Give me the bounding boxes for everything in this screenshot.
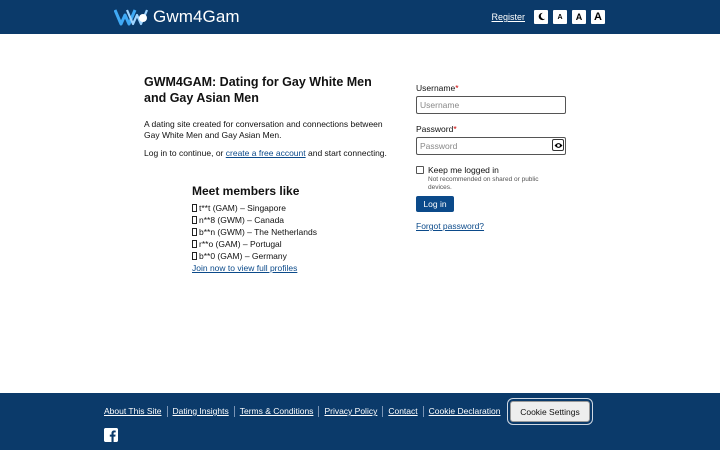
password-label-text: Password bbox=[416, 124, 454, 134]
required-mark: * bbox=[453, 124, 457, 134]
members-section: Meet members like t**t (GAM) – Singapore… bbox=[192, 184, 392, 274]
member-item: b**0 (GAM) – Germany bbox=[192, 250, 392, 262]
join-link[interactable]: Join now to view full profiles bbox=[192, 262, 392, 274]
password-field-wrap: Password bbox=[416, 137, 566, 155]
show-password-button[interactable] bbox=[552, 139, 564, 151]
password-placeholder: Password bbox=[420, 141, 458, 151]
cookie-settings-button[interactable]: Cookie Settings bbox=[510, 401, 590, 422]
username-label: Username* bbox=[416, 83, 566, 93]
intro-section: GWM4GAM: Dating for Gay White Men and Ga… bbox=[144, 74, 394, 158]
footer-link-contact[interactable]: Contact bbox=[382, 406, 422, 417]
logo[interactable]: Gwm4Gam bbox=[113, 7, 240, 27]
keep-logged-in-hint: Not recommended on shared or public devi… bbox=[428, 176, 539, 191]
create-account-link[interactable]: create a free account bbox=[226, 148, 306, 158]
member-item: t**t (GAM) – Singapore bbox=[192, 202, 392, 214]
footer-link-terms[interactable]: Terms & Conditions bbox=[233, 406, 319, 417]
dark-mode-button[interactable] bbox=[533, 9, 549, 25]
font-size-large-button[interactable]: A bbox=[590, 9, 606, 25]
eye-icon bbox=[554, 136, 563, 154]
footer-link-privacy[interactable]: Privacy Policy bbox=[318, 406, 382, 417]
username-placeholder: Username bbox=[420, 100, 460, 110]
keep-logged-in-checkbox[interactable] bbox=[416, 166, 424, 174]
member-icon bbox=[192, 240, 197, 248]
page-title: GWM4GAM: Dating for Gay White Men and Ga… bbox=[144, 75, 372, 105]
member-text: b**0 (GAM) – Germany bbox=[199, 251, 287, 261]
logo-icon bbox=[113, 7, 149, 27]
member-text: t**t (GAM) – Singapore bbox=[199, 203, 286, 213]
footer-link-insights[interactable]: Dating Insights bbox=[166, 406, 234, 417]
required-mark: * bbox=[455, 83, 459, 93]
login-button[interactable]: Log in bbox=[416, 196, 454, 212]
register-link[interactable]: Register bbox=[491, 12, 525, 22]
password-input[interactable]: Password bbox=[416, 137, 566, 155]
keep-logged-in-row: Keep me logged in bbox=[416, 165, 566, 175]
member-icon bbox=[192, 204, 197, 212]
login-prompt: Log in to continue, or create a free acc… bbox=[144, 148, 394, 158]
site-description: A dating site created for conversation a… bbox=[144, 119, 383, 140]
member-item: b**n (GWM) – The Netherlands bbox=[192, 226, 392, 238]
keep-logged-in-label[interactable]: Keep me logged in bbox=[428, 165, 499, 175]
facebook-icon[interactable] bbox=[104, 428, 118, 442]
member-text: r**o (GAM) – Portugal bbox=[199, 239, 282, 249]
member-icon bbox=[192, 252, 197, 260]
password-label: Password* bbox=[416, 124, 566, 134]
username-label-text: Username bbox=[416, 83, 456, 93]
site-footer: About This Site Dating Insights Terms & … bbox=[0, 393, 720, 450]
font-size-medium-button[interactable]: A bbox=[571, 9, 587, 25]
member-text: n**8 (GWM) – Canada bbox=[199, 215, 285, 225]
member-text: b**n (GWM) – The Netherlands bbox=[199, 227, 317, 237]
font-size-small-button[interactable]: A bbox=[552, 9, 568, 25]
login-prompt-suffix: and start connecting. bbox=[305, 148, 387, 158]
member-item: n**8 (GWM) – Canada bbox=[192, 214, 392, 226]
member-icon bbox=[192, 228, 197, 236]
footer-links: About This Site Dating Insights Terms & … bbox=[104, 406, 505, 417]
login-prompt-prefix: Log in to continue, or bbox=[144, 148, 226, 158]
moon-icon bbox=[537, 8, 546, 26]
username-input[interactable]: Username bbox=[416, 96, 566, 114]
brand-name: Gwm4Gam bbox=[153, 7, 240, 26]
members-heading: Meet members like bbox=[192, 184, 300, 198]
member-item: r**o (GAM) – Portugal bbox=[192, 238, 392, 250]
member-icon bbox=[192, 216, 197, 224]
forgot-password-link[interactable]: Forgot password? bbox=[416, 221, 566, 231]
login-form: Username* Username Password* Password Ke… bbox=[416, 83, 566, 231]
header-actions: Register A A A bbox=[491, 9, 606, 25]
site-header: Gwm4Gam Register A A A bbox=[0, 0, 720, 34]
footer-link-cookie-declaration[interactable]: Cookie Declaration bbox=[422, 406, 506, 417]
footer-link-about[interactable]: About This Site bbox=[104, 406, 167, 417]
